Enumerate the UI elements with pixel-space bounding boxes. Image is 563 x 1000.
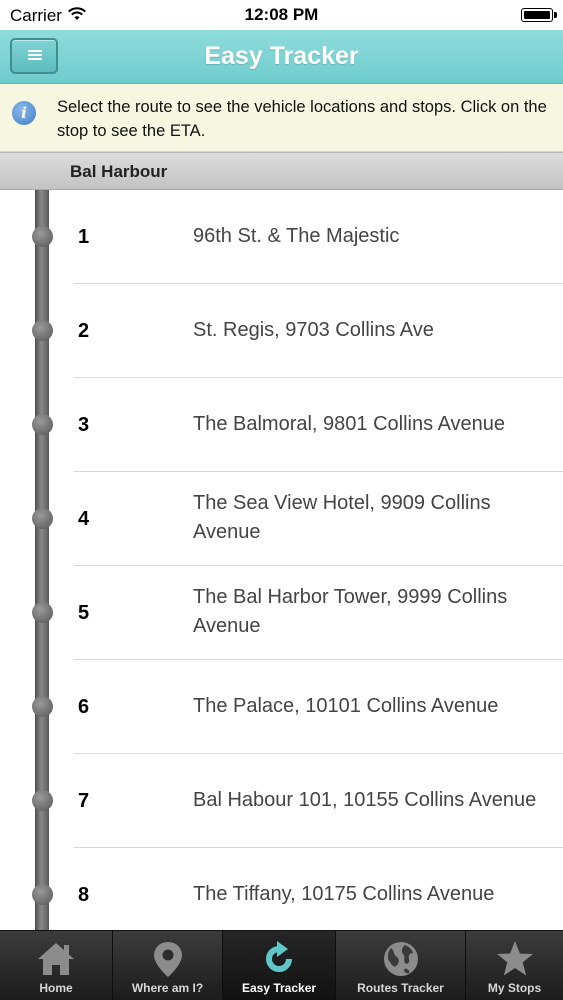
star-icon xyxy=(496,941,533,976)
stop-row[interactable]: 8 The Tiffany, 10175 Collins Avenue xyxy=(0,848,563,930)
stop-marker-icon xyxy=(32,508,53,529)
stop-number: 7 xyxy=(78,790,90,812)
stop-name: The Bal Harbor Tower, 9999 Collins Avenu… xyxy=(193,586,508,637)
stop-marker-icon xyxy=(32,602,53,623)
status-bar: Carrier 12:08 PM xyxy=(0,0,563,30)
globe-icon xyxy=(383,942,418,976)
stop-number: 3 xyxy=(78,414,90,436)
stop-marker-icon xyxy=(32,790,53,811)
info-icon: i xyxy=(12,101,36,125)
stop-number: 1 xyxy=(78,226,90,248)
tab-where-am-i[interactable]: Where am I? xyxy=(113,931,223,1000)
refresh-icon xyxy=(266,941,292,972)
tab-easy-tracker[interactable]: Easy Tracker xyxy=(223,931,336,1000)
stops-list[interactable]: 1 96th St. & The Majestic 2 St. Regis, 9… xyxy=(0,190,563,930)
home-icon xyxy=(38,943,74,975)
stop-row[interactable]: 2 St. Regis, 9703 Collins Ave xyxy=(0,284,563,378)
tab-label: Easy Tracker xyxy=(241,981,317,995)
page-title: Easy Tracker xyxy=(204,42,359,70)
stop-marker-icon xyxy=(32,884,53,905)
stop-name: 96th St. & The Majestic xyxy=(193,225,400,247)
stop-row[interactable]: 7 Bal Habour 101, 10155 Collins Avenue xyxy=(0,754,563,848)
tab-home[interactable]: Home xyxy=(0,931,113,1000)
stop-number: 4 xyxy=(78,508,90,530)
stop-row[interactable]: 6 The Palace, 10101 Collins Avenue xyxy=(0,660,563,754)
stop-name: The Balmoral, 9801 Collins Avenue xyxy=(193,413,506,435)
location-pin-icon xyxy=(153,942,182,977)
stop-number: 6 xyxy=(78,696,90,718)
stop-row[interactable]: 5 The Bal Harbor Tower, 9999 Collins Ave… xyxy=(0,566,563,660)
stop-name: The Tiffany, 10175 Collins Avenue xyxy=(193,883,495,905)
stop-number: 2 xyxy=(78,320,90,342)
battery-icon xyxy=(521,8,557,22)
stop-row[interactable]: 4 The Sea View Hotel, 9909 Collins Avenu… xyxy=(0,472,563,566)
tab-routes-tracker[interactable]: Routes Tracker xyxy=(336,931,466,1000)
stop-number: 8 xyxy=(78,884,90,906)
stop-row[interactable]: 3 The Balmoral, 9801 Collins Avenue xyxy=(0,378,563,472)
tab-my-stops[interactable]: My Stops xyxy=(466,931,563,1000)
stop-marker-icon xyxy=(32,414,53,435)
tab-bar: Home Where am I? Easy Tracker Routes Tra… xyxy=(0,930,563,1000)
info-text: Select the route to see the vehicle loca… xyxy=(57,98,547,140)
tab-label: Routes Tracker xyxy=(357,981,444,995)
stop-name: St. Regis, 9703 Collins Ave xyxy=(193,319,434,341)
stop-row[interactable]: 1 96th St. & The Majestic xyxy=(0,190,563,284)
clock: 12:08 PM xyxy=(244,5,319,24)
navigation-bar: Easy Tracker xyxy=(0,30,563,84)
stop-name: The Palace, 10101 Collins Avenue xyxy=(193,695,499,717)
stop-number: 5 xyxy=(78,602,90,624)
tab-label: Where am I? xyxy=(131,981,204,995)
stop-name: The Sea View Hotel, 9909 Collins Avenue xyxy=(193,492,491,543)
route-section-header: Bal Harbour xyxy=(0,152,563,190)
tab-label: Home xyxy=(39,981,73,995)
route-name: Bal Harbour xyxy=(70,162,168,181)
stop-name: Bal Habour 101, 10155 Collins Avenue xyxy=(193,789,537,811)
stop-marker-icon xyxy=(32,696,53,717)
stop-marker-icon xyxy=(32,320,53,341)
info-banner: i Select the route to see the vehicle lo… xyxy=(0,84,563,152)
stop-marker-icon xyxy=(32,226,53,247)
tab-label: My Stops xyxy=(487,981,542,995)
